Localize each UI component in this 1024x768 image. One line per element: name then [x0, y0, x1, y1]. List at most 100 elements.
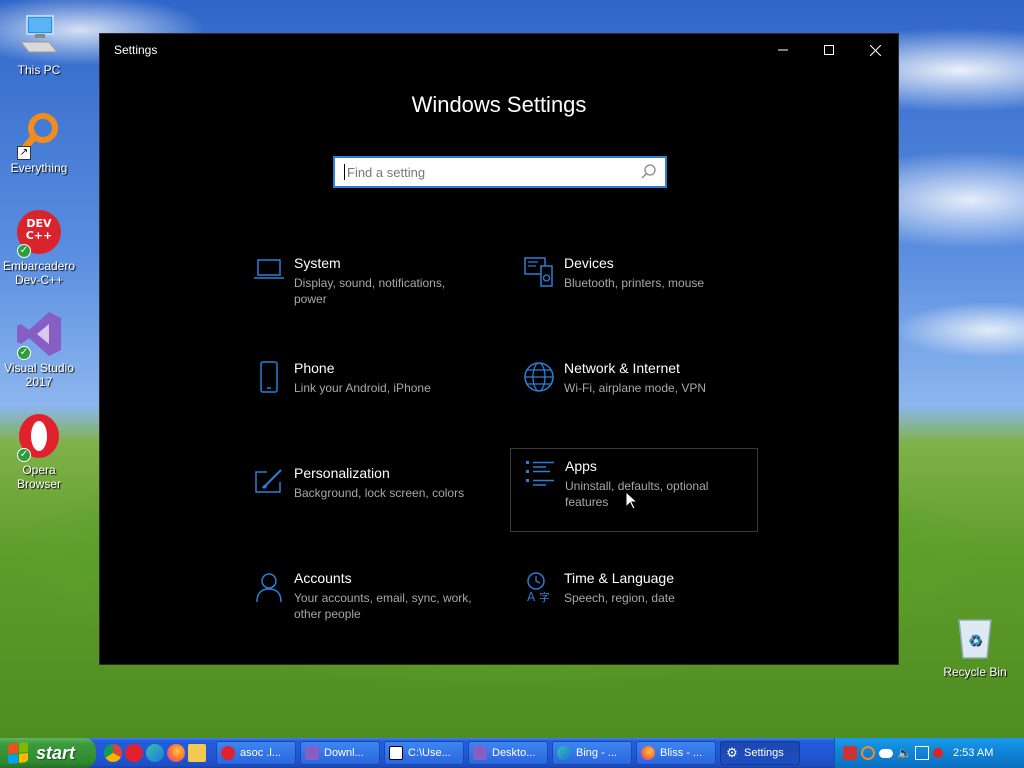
desktop-icon-label: Visual Studio 2017: [4, 361, 74, 389]
maximize-icon: [824, 45, 834, 55]
tile-description: Wi-Fi, airplane mode, VPN: [564, 381, 707, 395]
desktop-icon-visual-studio[interactable]: ✓ Visual Studio 2017: [0, 310, 78, 389]
search-icon[interactable]: [637, 161, 659, 183]
opera-quick-icon[interactable]: [125, 744, 143, 762]
close-icon: [869, 44, 881, 56]
edge-icon: [557, 746, 571, 760]
clock[interactable]: 2:53 AM: [953, 747, 993, 759]
visual-studio-icon: [305, 746, 319, 760]
opera-icon: [221, 746, 235, 760]
tile-description: Uninstall, defaults, optional features: [565, 479, 709, 509]
time-language-icon: A字: [527, 572, 550, 603]
start-button[interactable]: start: [0, 738, 96, 768]
tile-accounts[interactable]: Accounts Your accounts, email, sync, work…: [244, 561, 492, 645]
tile-title: Accounts: [294, 570, 352, 586]
tile-title: Phone: [294, 360, 335, 376]
check-icon: ✓: [17, 448, 31, 462]
windows-flag-icon: [8, 741, 28, 765]
volume-icon[interactable]: 🔈: [897, 746, 912, 760]
laptop-icon: [254, 259, 284, 279]
gear-icon: ⚙: [726, 745, 738, 760]
search-box[interactable]: [333, 156, 667, 188]
tile-personalization[interactable]: Personalization Background, lock screen, …: [244, 456, 492, 540]
tile-description: Link your Android, iPhone: [294, 381, 431, 395]
tile-network-internet[interactable]: Network & Internet Wi-Fi, airplane mode, …: [514, 351, 762, 435]
title-bar[interactable]: Settings: [100, 34, 898, 66]
tile-title: Network & Internet: [564, 360, 680, 376]
tile-description: Bluetooth, printers, mouse: [564, 276, 705, 290]
desktop-icon-label: Recycle Bin: [943, 665, 1007, 679]
tile-devices[interactable]: Devices Bluetooth, printers, mouse: [514, 246, 762, 330]
globe-icon: [524, 362, 554, 392]
folder-icon[interactable]: [188, 744, 206, 762]
tile-title: Apps: [565, 458, 597, 474]
phone-icon: [260, 361, 278, 393]
visual-studio-icon: ✓: [15, 310, 63, 360]
person-icon: [256, 573, 282, 603]
minimize-icon: [778, 49, 788, 51]
edge-icon[interactable]: [146, 744, 164, 762]
error-badge-icon[interactable]: [933, 748, 943, 758]
taskbar-button-bing[interactable]: Bing - ...: [552, 741, 632, 765]
taskbar-button-7zip[interactable]: C:\Use...: [384, 741, 464, 765]
opera-icon: ✓: [15, 412, 63, 462]
taskbar-button-bliss[interactable]: Bliss - ...: [636, 741, 716, 765]
quick-launch: [104, 744, 206, 762]
search-input[interactable]: [345, 158, 637, 186]
desktop-icon-dev-cpp[interactable]: DEV C++ ✓ Embarcadero Dev-C++: [0, 208, 78, 287]
tile-description: Your accounts, email, sync, work, other …: [294, 591, 472, 621]
devices-icon: [524, 257, 553, 287]
check-icon: ✓: [17, 346, 31, 360]
page-title: Windows Settings: [411, 92, 587, 117]
taskbar-button-visual-studio-download[interactable]: Downl...: [300, 741, 380, 765]
visual-studio-icon: [473, 746, 487, 760]
tile-apps[interactable]: Apps Uninstall, defaults, optional featur…: [510, 448, 758, 532]
maximize-button[interactable]: [806, 34, 852, 66]
desktop-icon-label: This PC: [17, 63, 61, 77]
svg-text:A: A: [527, 590, 536, 603]
magnifier-icon: ↗: [15, 110, 63, 160]
desktop-icon-recycle-bin[interactable]: ♻ Recycle Bin: [936, 614, 1014, 679]
tile-description: Display, sound, notifications, power: [294, 276, 446, 306]
computer-icon: [15, 12, 63, 60]
tile-system[interactable]: System Display, sound, notifications, pow…: [244, 246, 492, 330]
shortcut-arrow-icon: ↗: [17, 146, 31, 160]
apps-list-icon: [526, 461, 554, 486]
7zip-icon: [389, 746, 403, 760]
desktop-icon-opera[interactable]: ✓ Opera Browser: [0, 412, 78, 491]
desktop-icon-label: Opera Browser: [16, 463, 61, 491]
mouse-cursor-icon: [626, 492, 638, 510]
settings-window: Settings Windows Settings System Display,…: [99, 33, 899, 665]
firefox-icon: [641, 746, 655, 760]
recycle-bin-icon: ♻: [951, 614, 999, 662]
taskbar-button-desktop[interactable]: Deskto...: [468, 741, 548, 765]
tile-time-language[interactable]: A字 Time & Language Speech, region, date: [514, 561, 762, 645]
everything-tray-icon[interactable]: [861, 746, 875, 760]
desktop-icon-label: Embarcadero Dev-C++: [2, 259, 76, 287]
svg-text:字: 字: [539, 590, 550, 603]
svg-text:♻: ♻: [968, 633, 982, 650]
shield-icon[interactable]: [843, 746, 857, 760]
chrome-icon[interactable]: [104, 744, 122, 762]
paint-icon: [255, 469, 282, 493]
tile-description: Speech, region, date: [564, 591, 675, 605]
minimize-button[interactable]: [760, 34, 806, 66]
dev-cpp-badge: DEV C++: [25, 217, 53, 242]
desktop-icon-label: Everything: [10, 161, 68, 175]
window-title: Settings: [114, 43, 158, 57]
start-label: start: [36, 742, 76, 763]
desktop-icon-everything[interactable]: ↗ Everything: [0, 110, 78, 175]
tile-title: Personalization: [294, 465, 390, 481]
cloud-icon[interactable]: [879, 748, 893, 758]
taskbar-button-opera[interactable]: asoc .l...: [216, 741, 296, 765]
close-button[interactable]: [852, 34, 898, 66]
network-icon[interactable]: [915, 746, 929, 760]
tile-title: Devices: [564, 255, 614, 271]
taskbar: start asoc .l... Downl... C:\Use... Desk…: [0, 738, 1024, 768]
check-icon: ✓: [17, 244, 31, 258]
taskbar-button-settings[interactable]: ⚙ Settings: [720, 741, 800, 765]
tile-phone[interactable]: Phone Link your Android, iPhone: [244, 351, 492, 435]
firefox-icon[interactable]: [167, 744, 185, 762]
desktop-icon-this-pc[interactable]: This PC: [0, 12, 78, 77]
dev-cpp-icon: DEV C++ ✓: [15, 208, 63, 258]
